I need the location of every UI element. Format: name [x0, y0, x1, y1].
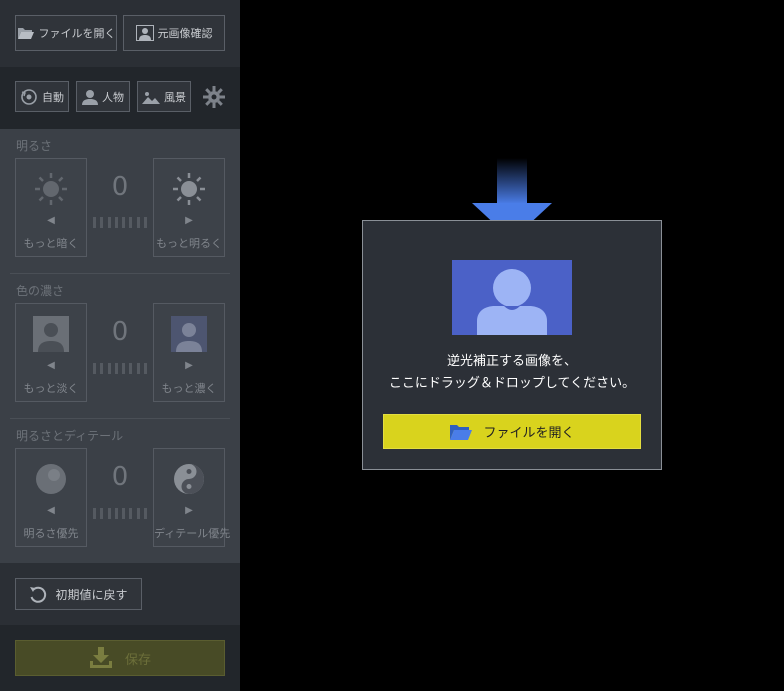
saturation-decrease-label: もっと淡く [23, 382, 79, 395]
brightness-decrease-label: もっと暗く [23, 237, 79, 250]
brightness-priority-icon [16, 459, 86, 499]
brightness-decrease-button[interactable]: ◀ もっと暗く [15, 158, 87, 257]
saturation-increase-button[interactable]: ▶ もっと濃く [153, 303, 225, 402]
mode-landscape-label: 風景 [164, 90, 186, 104]
brightness-value: 0 [111, 172, 129, 202]
save-label: 保存 [124, 652, 151, 668]
sun-icon [16, 169, 86, 209]
detail-priority-icon [154, 459, 224, 499]
sun-bright-icon [154, 169, 224, 209]
mode-person-button[interactable]: 人物 [76, 81, 130, 112]
portrait-pale-icon [16, 314, 86, 354]
brightness-increase-button[interactable]: ▶ もっと明るく [153, 158, 225, 257]
saturation-title: 色の濃さ [16, 284, 65, 298]
saturation-decrease-button[interactable]: ◀ もっと淡く [15, 303, 87, 402]
left-arrow-icon: ◀ [47, 360, 55, 371]
drop-instructions-line2: ここにドラッグ＆ドロップしてください。 [388, 376, 636, 391]
portrait-icon [135, 25, 154, 41]
drop-instructions: 逆光補正する画像を、 ここにドラッグ＆ドロップしてください。 [363, 351, 661, 395]
detail-title: 明るさとディテール [16, 429, 124, 443]
undo-icon [29, 585, 47, 603]
saturation-increase-label: もっと濃く [161, 382, 217, 395]
open-file-label: ファイルを開く [38, 27, 116, 40]
person-icon [82, 89, 98, 105]
mode-auto-button[interactable]: 自動 [15, 81, 69, 112]
detail-increase-button[interactable]: ▶ ディテール優先 [153, 448, 231, 547]
open-file-main-label: ファイルを開く [483, 426, 575, 441]
saturation-value: 0 [111, 317, 129, 347]
person-placeholder-icon [452, 260, 572, 335]
auto-cycle-icon [20, 88, 38, 106]
app-window: ファイルを開く 元画像確認 自動 人物 風景 明るさ ◀ もっと暗く 0 ▶ も… [0, 0, 784, 691]
right-arrow-icon: ▶ [185, 505, 193, 516]
mode-landscape-button[interactable]: 風景 [137, 81, 191, 112]
detail-decrease-label: 明るさ優先 [23, 527, 79, 540]
download-icon [89, 647, 113, 669]
detail-value: 0 [111, 462, 129, 492]
brightness-scale [93, 217, 147, 228]
detail-scale [93, 508, 147, 519]
sidebar: ファイルを開く 元画像確認 自動 人物 風景 明るさ ◀ もっと暗く 0 ▶ も… [0, 0, 240, 691]
gear-icon[interactable] [203, 86, 225, 108]
drop-zone[interactable]: 逆光補正する画像を、 ここにドラッグ＆ドロップしてください。 ファイルを開く [362, 220, 662, 470]
section-divider [10, 273, 230, 274]
right-arrow-icon: ▶ [185, 360, 193, 371]
folder-open-icon [17, 26, 35, 40]
view-original-label: 元画像確認 [157, 27, 213, 40]
landscape-icon [142, 90, 160, 104]
reset-label: 初期値に戻す [55, 587, 128, 602]
left-arrow-icon: ◀ [47, 505, 55, 516]
open-file-main-button[interactable]: ファイルを開く [383, 414, 641, 449]
left-arrow-icon: ◀ [47, 215, 55, 226]
mode-person-label: 人物 [102, 90, 124, 104]
detail-decrease-button[interactable]: ◀ 明るさ優先 [15, 448, 87, 547]
detail-increase-label: ディテール優先 [154, 527, 231, 540]
right-arrow-icon: ▶ [185, 215, 193, 226]
portrait-vivid-icon [154, 314, 224, 354]
reset-button[interactable]: 初期値に戻す [15, 578, 142, 610]
brightness-increase-label: もっと明るく [156, 237, 222, 250]
saturation-scale [93, 363, 147, 374]
mode-auto-label: 自動 [42, 90, 64, 104]
drop-instructions-line1: 逆光補正する画像を、 [446, 354, 577, 369]
folder-open-icon [449, 423, 473, 441]
section-divider [10, 418, 230, 419]
open-file-button[interactable]: ファイルを開く [15, 15, 117, 51]
view-original-button[interactable]: 元画像確認 [123, 15, 225, 51]
save-button[interactable]: 保存 [15, 640, 225, 676]
brightness-title: 明るさ [16, 139, 53, 153]
